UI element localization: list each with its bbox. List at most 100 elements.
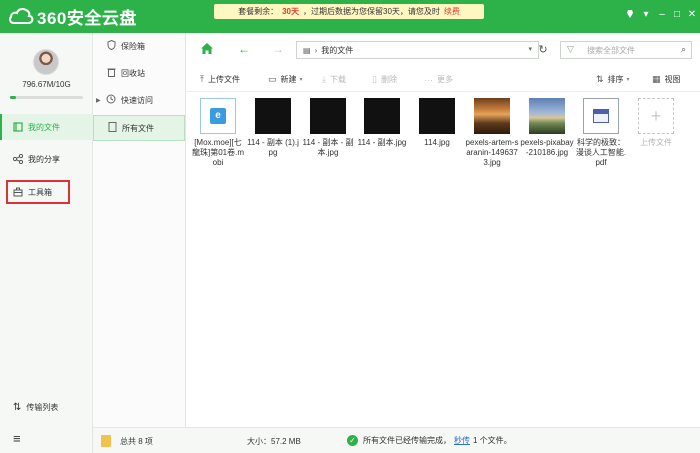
upload-tile[interactable]: + 上传文件 bbox=[629, 98, 683, 148]
share-icon bbox=[13, 154, 23, 164]
sort-label: 排序 bbox=[607, 75, 624, 84]
sidebar-item-label: 我的文件 bbox=[28, 122, 60, 132]
check-icon: ✓ bbox=[347, 435, 358, 446]
chevron-down-icon[interactable]: ▾ bbox=[528, 45, 532, 53]
file-item[interactable]: e [Mox.moe][七龍珠]第01卷.mobi bbox=[191, 98, 245, 168]
more-label: 更多 bbox=[437, 75, 453, 84]
notice-days: 30天 bbox=[282, 7, 299, 16]
app-logo: 360安全云盘 bbox=[8, 5, 137, 28]
download-button[interactable]: ⤓ 下载 bbox=[322, 74, 346, 85]
path-bar[interactable]: ▤ › 我的文件 ▾ bbox=[296, 41, 539, 59]
transfer-label: 传输列表 bbox=[26, 403, 59, 412]
item-count: 总共 8 项 bbox=[101, 435, 153, 447]
home-icon[interactable] bbox=[200, 42, 214, 58]
file-item[interactable]: pexels-pixabay-210186.jpg bbox=[520, 98, 574, 158]
storage-quota-bar bbox=[10, 96, 83, 99]
delete-button[interactable]: ▯ 删除 bbox=[372, 74, 397, 85]
mobi-file-icon: e bbox=[200, 98, 236, 134]
instant-upload-link[interactable]: 秒传 bbox=[454, 435, 470, 446]
download-label: 下载 bbox=[329, 75, 346, 84]
address-row: ← → ▤ › 我的文件 ▾ ↻ ▽ 搜索全部文件 ⌕ bbox=[186, 33, 700, 67]
subscription-notice: 套餐剩余： 30天 ，过期后数据为您保留30天，请您及时 续费 bbox=[214, 4, 484, 19]
notice-prefix: 套餐剩余： bbox=[238, 7, 279, 16]
file-name: 科学的极致：漫谈人工智能.pdf bbox=[575, 138, 627, 167]
upload-icon: ⤒ bbox=[200, 74, 204, 84]
storage-quota-fill bbox=[10, 96, 16, 99]
sidebar-item-label: 工具箱 bbox=[28, 187, 52, 197]
nav-all-files[interactable]: 所有文件 bbox=[93, 115, 185, 141]
status-prefix: 所有文件已经传输完成， bbox=[363, 436, 451, 445]
expand-arrow-icon[interactable]: ▶ bbox=[96, 97, 101, 104]
transfer-list-button[interactable]: ⇅ 传输列表 bbox=[0, 402, 93, 413]
doc-icon bbox=[107, 122, 117, 134]
nav-recycle-bin[interactable]: 回收站 bbox=[93, 60, 185, 86]
sort-icon: ⇅ bbox=[596, 74, 604, 84]
more-button[interactable]: ··· 更多 bbox=[424, 74, 453, 85]
refresh-icon[interactable]: ↻ bbox=[536, 41, 550, 59]
sidebar-item-my-files[interactable]: 我的文件 bbox=[0, 114, 93, 140]
filter-icon[interactable]: ▽ bbox=[567, 44, 574, 55]
nav-quick-access[interactable]: ▶ 快速访问 bbox=[93, 87, 185, 113]
trash-icon: ▯ bbox=[372, 74, 377, 84]
avatar[interactable] bbox=[33, 49, 59, 75]
pdf-file-icon bbox=[583, 98, 619, 134]
nav-label: 所有文件 bbox=[122, 123, 154, 133]
cloud-logo-icon bbox=[9, 8, 34, 24]
new-label: 新建 bbox=[280, 75, 297, 84]
item-count-text: 总共 8 项 bbox=[120, 436, 153, 446]
total-size: 大小：57.2 MB bbox=[247, 437, 301, 446]
forward-arrow-icon[interactable]: → bbox=[272, 42, 284, 56]
photo-thumbnail-icon bbox=[474, 98, 510, 134]
file-name: pexels-artem-saranin-1496373.jpg bbox=[465, 138, 519, 167]
file-item[interactable]: 科学的极致：漫谈人工智能.pdf bbox=[574, 98, 628, 168]
menu-icon[interactable]: ▾ bbox=[640, 9, 652, 21]
status-suffix: 1 个文件。 bbox=[473, 436, 512, 445]
doc-icon: ▤ bbox=[303, 45, 311, 55]
search-icon[interactable]: ⌕ bbox=[681, 44, 686, 55]
back-arrow-icon[interactable]: ← bbox=[238, 42, 250, 56]
file-item[interactable]: 114 - 副本 (1).jpg bbox=[246, 98, 300, 158]
nav-label: 回收站 bbox=[121, 68, 145, 78]
download-icon: ⤓ bbox=[322, 74, 326, 84]
path-separator-icon: › bbox=[314, 45, 318, 55]
path-current[interactable]: 我的文件 bbox=[321, 45, 353, 56]
file-item[interactable]: 114 - 副本 - 副本.jpg bbox=[301, 98, 355, 158]
dropdown-caret-icon: ▾ bbox=[299, 77, 303, 83]
transfer-status: ✓ 所有文件已经传输完成， 秒传 1 个文件。 bbox=[347, 435, 512, 446]
image-thumbnail-icon bbox=[255, 98, 291, 134]
sidebar-item-my-shares[interactable]: 我的分享 bbox=[0, 146, 93, 172]
image-thumbnail-icon bbox=[419, 98, 455, 134]
new-button[interactable]: ▭ 新建 ▾ bbox=[268, 74, 303, 85]
delete-label: 删除 bbox=[380, 75, 397, 84]
file-item[interactable]: pexels-artem-saranin-1496373.jpg bbox=[465, 98, 519, 168]
upload-label: 上传文件 bbox=[207, 75, 240, 84]
upload-button[interactable]: ⤒ 上传文件 bbox=[200, 74, 240, 85]
search-input[interactable]: ▽ 搜索全部文件 ⌕ bbox=[560, 41, 692, 59]
sidebar-item-toolbox[interactable]: 工具箱 bbox=[6, 180, 70, 204]
maximize-icon[interactable]: □ bbox=[671, 9, 683, 21]
search-placeholder: 搜索全部文件 bbox=[587, 45, 635, 55]
nav-label: 保险箱 bbox=[121, 41, 145, 51]
toolbox-icon bbox=[13, 187, 23, 197]
grid-view-icon: ▦ bbox=[652, 74, 661, 84]
clock-icon bbox=[106, 94, 116, 106]
skin-icon[interactable] bbox=[624, 9, 636, 23]
file-item[interactable]: 114.jpg bbox=[410, 98, 464, 148]
shield-icon bbox=[106, 39, 116, 52]
file-name: [Mox.moe][七龍珠]第01卷.mobi bbox=[191, 138, 244, 167]
photo-thumbnail-icon bbox=[529, 98, 565, 134]
close-icon[interactable]: ✕ bbox=[686, 9, 698, 21]
file-item[interactable]: 114 - 副本.jpg bbox=[355, 98, 409, 148]
sort-button[interactable]: ⇅ 排序 ▾ bbox=[596, 74, 630, 85]
image-thumbnail-icon bbox=[310, 98, 346, 134]
renew-link[interactable]: 续费 bbox=[444, 6, 460, 17]
notice-middle: ，过期后数据为您保留30天，请您及时 bbox=[303, 7, 440, 16]
image-thumbnail-icon bbox=[364, 98, 400, 134]
file-name: 114 - 副本.jpg bbox=[357, 138, 407, 147]
minimize-icon[interactable]: – bbox=[656, 9, 668, 21]
upload-tile-label: 上传文件 bbox=[640, 138, 672, 147]
view-button[interactable]: ▦ 视图 bbox=[652, 74, 681, 85]
nav-safe-box[interactable]: 保险箱 bbox=[93, 33, 185, 59]
trash-icon bbox=[106, 67, 116, 79]
hamburger-menu-icon[interactable]: ≡ bbox=[0, 431, 93, 446]
